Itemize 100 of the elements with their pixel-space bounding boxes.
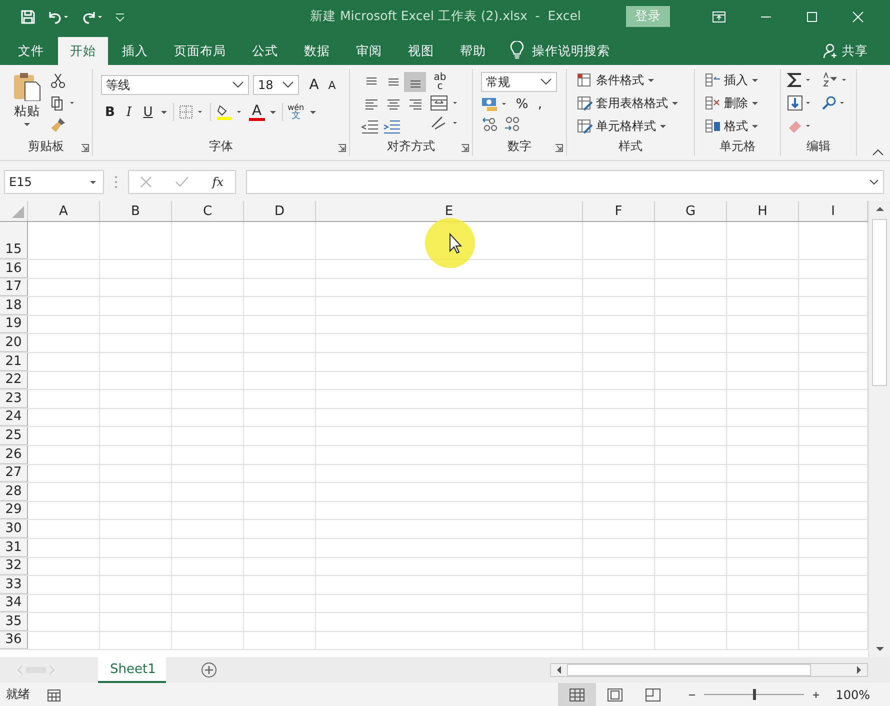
dialog-launcher-icon[interactable] <box>338 144 346 152</box>
ribbon-tab[interactable]: 视图 <box>396 37 446 65</box>
ribbon-tab[interactable]: 页面布局 <box>162 37 238 65</box>
style-menu-button[interactable]: 单元格样式 <box>577 118 688 135</box>
share-button[interactable]: 共享 <box>823 37 868 65</box>
sort-filter-icon[interactable] <box>821 72 849 88</box>
scroll-down-icon <box>874 645 884 653</box>
cut-icon[interactable] <box>50 73 66 89</box>
lightbulb-icon[interactable] <box>510 41 524 59</box>
column-header[interactable]: H <box>758 204 768 218</box>
tell-me-search[interactable]: 操作说明搜索 <box>532 37 610 65</box>
column-header[interactable]: A <box>59 204 68 218</box>
collapse-ribbon-icon[interactable] <box>872 148 884 156</box>
bold-button[interactable]: B <box>103 104 117 120</box>
caret-icon <box>647 78 655 83</box>
scroll-right-icon <box>855 665 863 675</box>
add-sheet-icon[interactable] <box>201 662 217 678</box>
number-format-dropdown[interactable]: 常规 <box>481 72 557 92</box>
decrease-decimal-icon[interactable] <box>503 116 521 132</box>
orientation-icon[interactable] <box>430 115 460 131</box>
group-label: 单元格 <box>720 138 756 154</box>
indent-decrease-icon[interactable] <box>360 118 380 135</box>
caret-icon <box>751 78 759 83</box>
phonetic-guide-button[interactable]: wén 文 <box>288 103 304 121</box>
zoom-slider-handle[interactable] <box>752 689 756 700</box>
paste-button[interactable]: 粘贴 <box>12 71 42 136</box>
column-header[interactable]: B <box>131 204 140 218</box>
ribbon-display-icon[interactable] <box>712 10 726 22</box>
ribbon-tab[interactable]: 帮助 <box>448 37 498 65</box>
column-header[interactable]: I <box>831 204 835 218</box>
increase-decimal-icon[interactable] <box>481 116 499 132</box>
ribbon-tab[interactable]: 插入 <box>110 37 160 65</box>
caret-icon <box>268 110 277 114</box>
cells-menu-button[interactable]: 格式 <box>705 118 774 135</box>
horizontal-scrollbar[interactable] <box>550 663 868 677</box>
close-icon[interactable] <box>852 10 864 22</box>
ribbon-tab[interactable]: 数据 <box>292 37 342 65</box>
column-header[interactable]: C <box>202 204 212 218</box>
cells-icon <box>705 73 721 88</box>
insert-function-button[interactable]: fx <box>212 175 224 189</box>
font-size-dropdown[interactable]: 18 <box>253 75 299 95</box>
customize-caret-icon[interactable] <box>114 10 126 22</box>
font-name-dropdown[interactable]: 等线 <box>101 75 249 95</box>
copy-icon[interactable] <box>50 95 76 111</box>
borders-icon[interactable] <box>179 105 205 119</box>
decrease-font-size-button[interactable]: A <box>325 78 339 92</box>
formula-input[interactable] <box>246 170 884 194</box>
normal-view-icon[interactable] <box>558 683 596 706</box>
zoom-in-icon[interactable] <box>812 690 820 698</box>
dialog-launcher-icon[interactable] <box>81 144 89 152</box>
ribbon-tab[interactable]: 开始 <box>58 37 108 65</box>
ribbon-tab[interactable]: 文件 <box>6 37 56 65</box>
increase-font-size-button[interactable]: A <box>307 77 321 93</box>
person-icon <box>823 43 839 59</box>
paintbrush-icon[interactable] <box>50 117 66 133</box>
align-bottom-button[interactable] <box>404 72 426 92</box>
comma-button[interactable]: , <box>533 96 547 112</box>
name-box[interactable]: E15 <box>4 170 104 194</box>
dialog-launcher-icon[interactable] <box>555 144 563 152</box>
caret-icon[interactable] <box>160 110 168 114</box>
ribbon-tab[interactable]: 公式 <box>240 37 290 65</box>
group-label: 字体 <box>209 138 233 154</box>
ribbon-tab[interactable]: 审阅 <box>344 37 394 65</box>
merge-center-icon[interactable] <box>430 95 460 111</box>
style-menu-button[interactable]: 套用表格格式 <box>577 95 688 112</box>
page-icon <box>606 688 623 702</box>
table-style-icon <box>577 119 593 134</box>
save-icon[interactable] <box>20 8 36 24</box>
page-break-icon <box>644 688 661 702</box>
cells-menu-button[interactable]: 插入 <box>705 72 774 89</box>
maximize-icon[interactable] <box>806 10 818 22</box>
column-header[interactable]: D <box>274 204 284 218</box>
cells-menu-button[interactable]: 删除 <box>705 95 774 112</box>
zoom-percentage[interactable]: 100% <box>836 688 870 702</box>
grid-icon <box>568 688 585 702</box>
sheet-tab[interactable]: Sheet1 <box>98 657 166 683</box>
align-left-icon <box>364 98 378 110</box>
macro-record-icon[interactable] <box>46 688 62 702</box>
align-center-icon <box>386 98 400 110</box>
indent-increase-icon[interactable] <box>382 118 402 135</box>
expand-icon <box>869 179 879 185</box>
underline-button[interactable]: U <box>141 104 155 120</box>
italic-button[interactable]: I <box>122 104 136 120</box>
wrap-text-button[interactable]: ab c <box>430 73 450 91</box>
triangle-icon <box>12 206 24 218</box>
dialog-launcher-icon[interactable] <box>461 144 469 152</box>
column-header[interactable]: E <box>444 204 454 218</box>
font-color-button[interactable]: A <box>249 104 277 120</box>
align-right-icon <box>408 98 422 110</box>
percent-button[interactable]: % <box>515 96 529 112</box>
group-label: 剪贴板 <box>28 138 64 154</box>
align-top-icon <box>366 76 376 84</box>
style-menu-button[interactable]: 条件格式 <box>577 72 688 89</box>
fill-color-icon[interactable] <box>216 104 244 120</box>
caret-icon[interactable] <box>309 110 318 114</box>
cells-icon <box>705 119 721 134</box>
column-header[interactable]: G <box>685 204 696 218</box>
column-header[interactable]: F <box>614 204 622 218</box>
chevron-down-icon <box>540 78 552 86</box>
vertical-scrollbar[interactable] <box>868 201 890 657</box>
